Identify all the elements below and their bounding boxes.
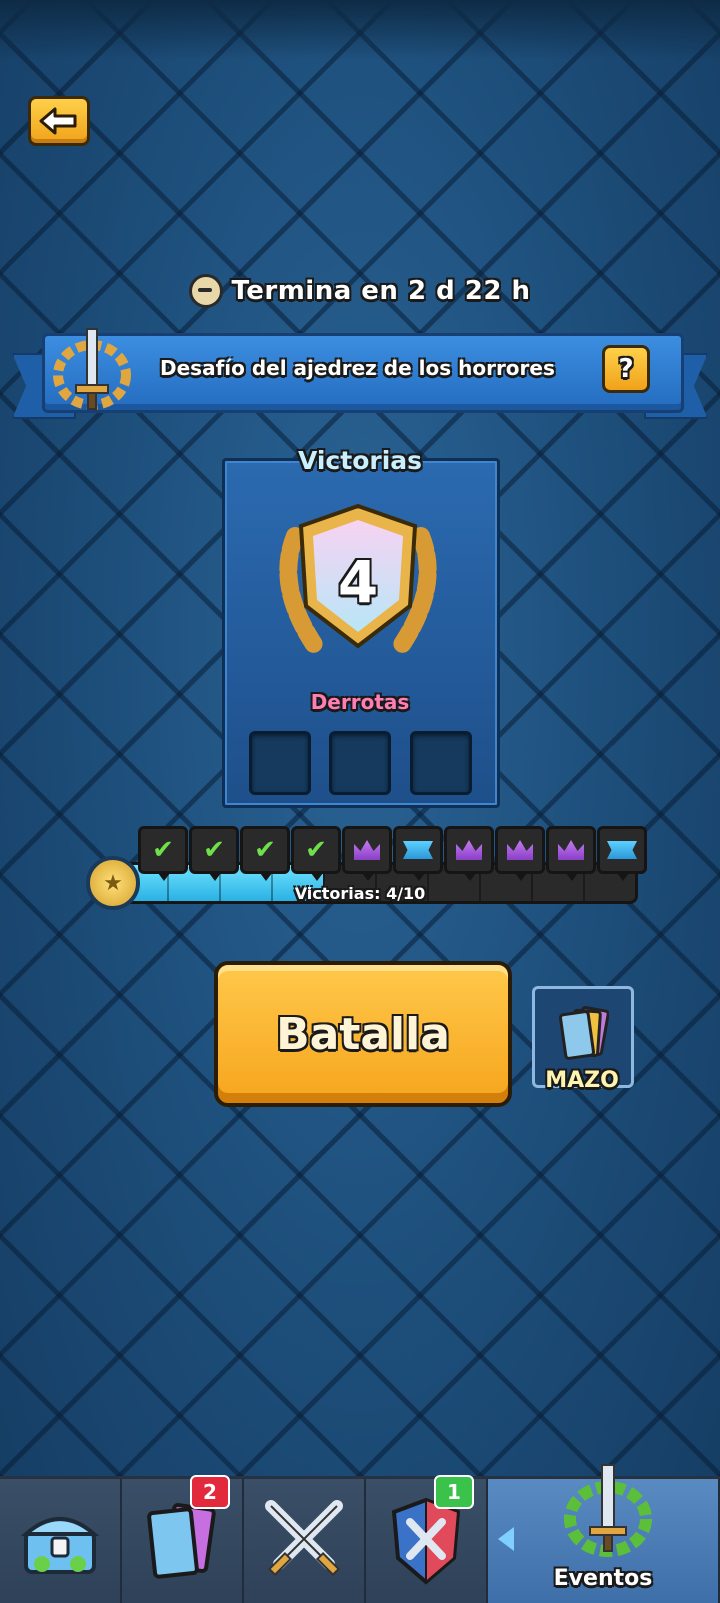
crown-icon [558,840,584,860]
loss-slot [410,731,472,795]
victories-title: Victorias [297,446,423,475]
chevron-left-icon [498,1527,514,1551]
milestone-reward: ✔ [138,826,188,881]
events-wreath-icon [564,1464,652,1557]
clan-notification-badge: 1 [434,1475,474,1509]
event-timer: Termina en 2 d 22 h [0,274,720,308]
nav-item-cards[interactable]: 2 [122,1475,244,1603]
nav-item-events[interactable]: Eventos [488,1464,720,1603]
milestone-reward [444,826,494,881]
check-icon: ✔ [152,835,174,865]
flag-icon [403,841,433,859]
check-icon: ✔ [305,835,327,865]
flag-icon [607,841,637,859]
deck-label: MAZO [545,1068,619,1093]
challenge-banner: Desafío del ajedrez de los horrores ? [12,325,708,425]
wins-progress-label: Victorias: 4/10 [294,884,426,903]
nav-item-shop[interactable] [0,1479,122,1603]
crown-icon [507,840,533,860]
crossed-swords-icon [265,1500,343,1577]
help-button[interactable]: ? [602,345,650,393]
wins-count: 4 [337,548,379,616]
milestone-reward [546,826,596,881]
cards-icon [147,1503,216,1579]
bottom-navigation: 2 1 Eventos [0,1464,720,1603]
loss-slot [329,731,391,795]
chest-icon [20,1517,100,1574]
deck-cards-icon [559,1006,609,1060]
arrow-left-icon [39,107,77,135]
losses-label: Derrotas [310,690,410,714]
loss-slot [249,731,311,795]
milestone-reward: ✔ [189,826,239,881]
back-button[interactable] [28,96,90,146]
milestone-reward [495,826,545,881]
milestone-reward [597,826,647,881]
milestone-reward: ✔ [240,826,290,881]
nav-events-label: Eventos [553,1566,653,1591]
timer-text: Termina en 2 d 22 h [231,276,531,306]
challenge-title: Desafío del ajedrez de los horrores [160,356,555,380]
crown-icon [456,840,482,860]
cards-notification-badge: 2 [190,1475,230,1509]
battle-button[interactable]: Batalla [214,961,512,1107]
check-icon: ✔ [203,835,225,865]
nav-item-battle[interactable] [244,1479,366,1603]
top-shade [0,0,720,60]
clan-shield-icon [391,1497,461,1585]
battle-button-label: Batalla [276,1008,450,1060]
clock-icon [189,274,224,308]
milestone-reward [342,826,392,881]
milestone-reward: ✔ [291,826,341,881]
crown-icon [354,840,380,860]
nav-item-clan[interactable]: 1 [366,1475,488,1603]
sword-wreath-icon [53,328,131,410]
check-icon: ✔ [254,835,276,865]
milestone-reward [393,826,443,881]
